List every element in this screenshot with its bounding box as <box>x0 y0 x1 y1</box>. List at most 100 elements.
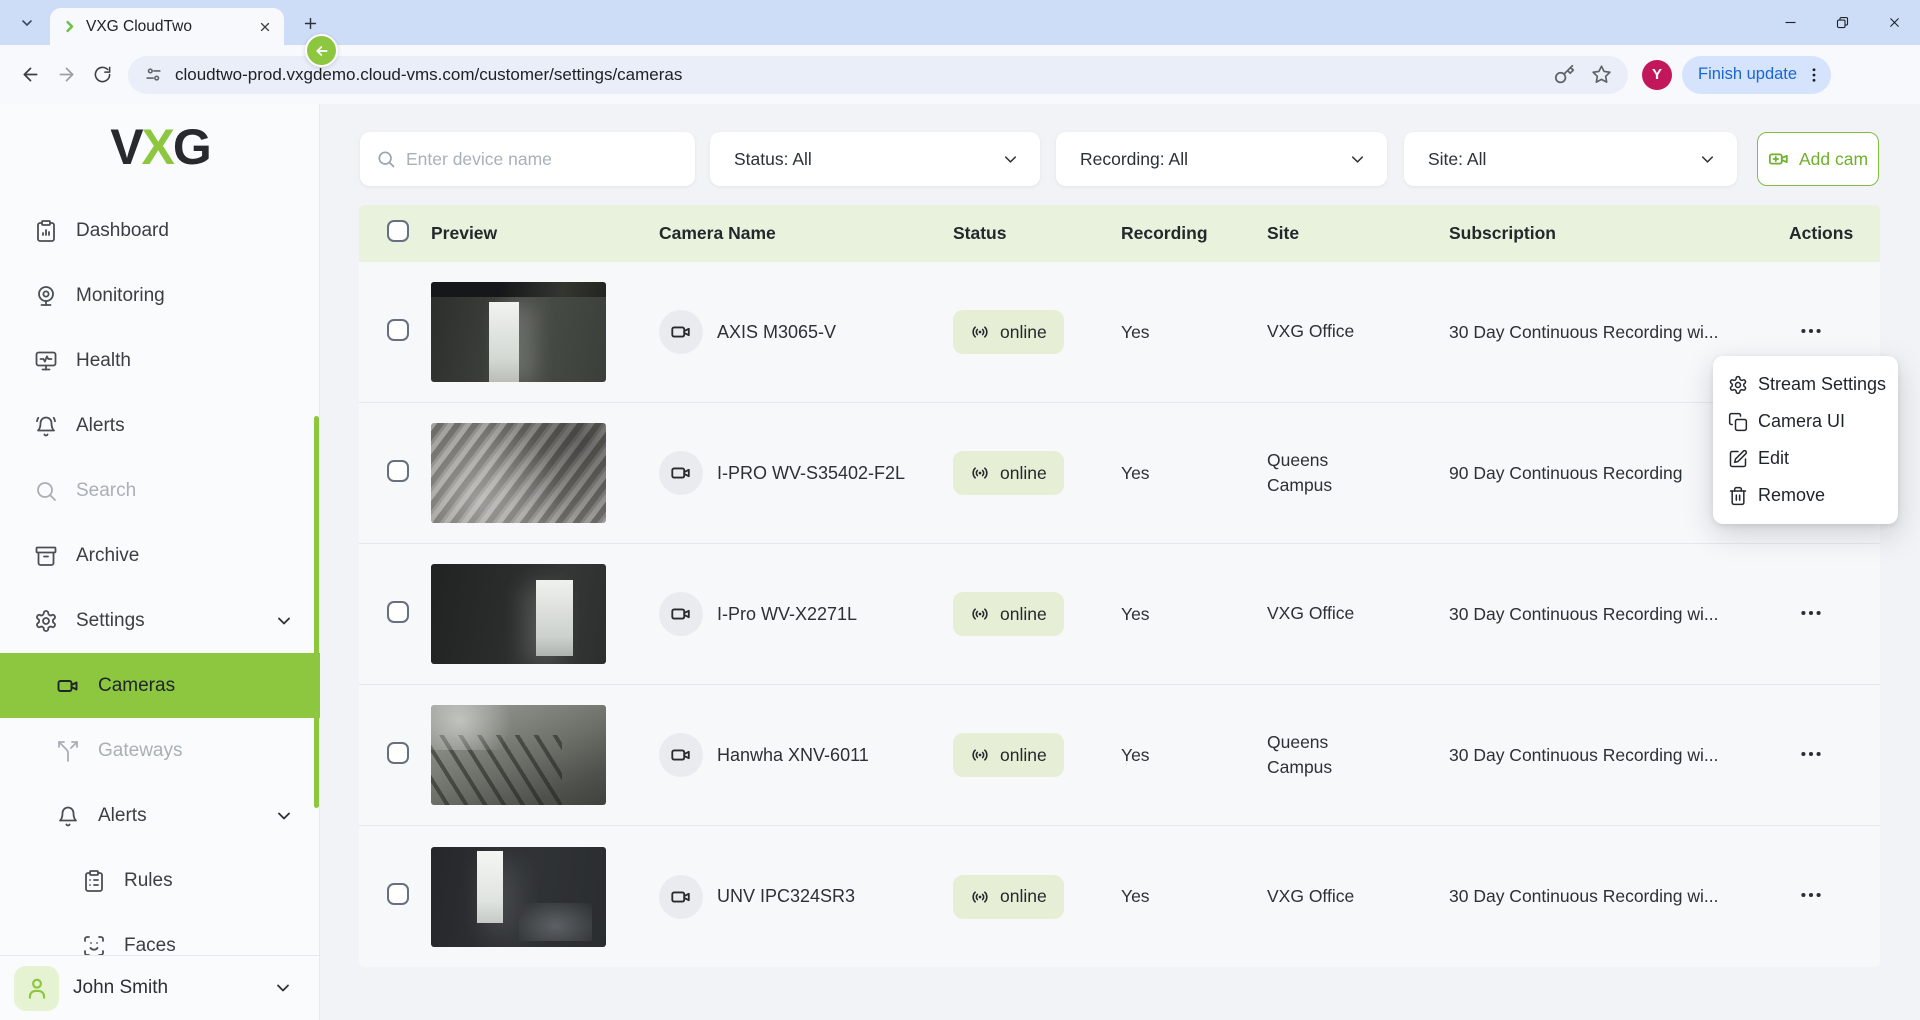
sidebar-item-label: Alerts <box>98 805 147 827</box>
search-icon <box>34 479 58 503</box>
sidebar-item-settings[interactable]: Settings <box>0 588 320 653</box>
user-name: John Smith <box>73 977 259 999</box>
chevron-down-icon <box>1348 150 1367 169</box>
profile-avatar[interactable]: Y <box>1642 60 1672 90</box>
subscription-value: 30 Day Continuous Recording wi... <box>1449 604 1789 625</box>
sidebar-item-label: Monitoring <box>76 285 165 307</box>
radio-signal-icon <box>970 604 990 624</box>
split-icon <box>56 739 80 763</box>
tab-search-button[interactable] <box>12 8 42 38</box>
radio-signal-icon <box>970 887 990 907</box>
tab-close-icon[interactable] <box>254 16 276 38</box>
table-row: Hanwha XNV-6011 online Yes Queens Campus… <box>359 685 1880 826</box>
sidebar-item-dashboard[interactable]: Dashboard <box>0 198 320 263</box>
camera-icon <box>56 674 80 698</box>
sidebar-item-rules[interactable]: Rules <box>0 848 320 913</box>
browser-menu-icon[interactable] <box>1805 66 1823 84</box>
camera-preview-thumbnail[interactable] <box>431 564 606 664</box>
table-row: I-PRO WV-S35402-F2L online Yes Queens Ca… <box>359 403 1880 544</box>
select-all-checkbox[interactable] <box>387 220 409 242</box>
chevron-down-icon <box>1001 150 1020 169</box>
site-value: VXG Office <box>1267 319 1449 344</box>
search-icon <box>376 149 396 169</box>
scan-face-icon <box>82 934 106 958</box>
row-checkbox[interactable] <box>387 601 409 623</box>
sidebar-item-archive[interactable]: Archive <box>0 523 320 588</box>
row-checkbox[interactable] <box>387 460 409 482</box>
vxg-favicon-icon <box>62 19 77 34</box>
recording-value: Yes <box>1121 745 1267 766</box>
sidebar-item-alerts[interactable]: Alerts <box>0 393 320 458</box>
camera-preview-thumbnail[interactable] <box>431 847 606 947</box>
sidebar-item-cameras[interactable]: Cameras <box>0 653 320 718</box>
window-minimize-button[interactable] <box>1764 0 1816 44</box>
table-row: I-Pro WV-X2271L online Yes VXG Office 30… <box>359 544 1880 685</box>
video-camera-icon <box>659 310 703 354</box>
camera-preview-thumbnail[interactable] <box>431 705 606 805</box>
sidebar-scrollbar[interactable] <box>314 416 319 808</box>
row-checkbox[interactable] <box>387 742 409 764</box>
menu-item-stream-settings[interactable]: Stream Settings <box>1713 366 1898 403</box>
camera-preview-thumbnail[interactable] <box>431 282 606 382</box>
reload-button[interactable] <box>84 57 120 93</box>
user-avatar <box>14 966 59 1011</box>
sidebar-item-label: Health <box>76 350 131 372</box>
bookmark-star-icon[interactable] <box>1591 64 1612 85</box>
row-actions-button[interactable] <box>1791 598 1831 628</box>
row-checkbox[interactable] <box>387 883 409 905</box>
recording-value: Yes <box>1121 604 1267 625</box>
user-footer[interactable]: John Smith <box>0 955 319 1020</box>
subscription-value: 30 Day Continuous Recording wi... <box>1449 322 1789 343</box>
camera-preview-thumbnail[interactable] <box>431 423 606 523</box>
col-header-status: Status <box>953 223 1121 244</box>
forward-button[interactable] <box>48 57 84 93</box>
plus-icon <box>302 15 319 32</box>
search-input[interactable] <box>406 149 679 170</box>
camera-name: UNV IPC324SR3 <box>717 883 855 909</box>
camera-name: I-PRO WV-S35402-F2L <box>717 460 905 486</box>
vxg-logo: VXG <box>0 118 320 176</box>
chevron-down-icon <box>274 611 294 631</box>
sidebar-item-health[interactable]: Health <box>0 328 320 393</box>
radio-signal-icon <box>970 322 990 342</box>
finish-update-button[interactable]: Finish update <box>1682 56 1831 94</box>
window-restore-button[interactable] <box>1816 0 1868 44</box>
add-camera-button[interactable]: Add cam <box>1757 132 1879 186</box>
sidebar-item-alerts-sub[interactable]: Alerts <box>0 783 320 848</box>
url-bar[interactable]: cloudtwo-prod.vxgdemo.cloud-vms.com/cust… <box>128 56 1628 94</box>
site-value: Queens Campus <box>1267 730 1449 781</box>
back-button[interactable] <box>12 57 48 93</box>
arrow-left-icon <box>314 43 330 59</box>
video-camera-icon <box>659 592 703 636</box>
password-key-icon[interactable] <box>1554 64 1575 85</box>
chevron-down-icon <box>274 806 294 826</box>
sidebar-collapse-button[interactable] <box>305 34 338 67</box>
recording-filter-dropdown[interactable]: Recording: All <box>1056 132 1387 186</box>
col-header-camera-name: Camera Name <box>659 223 953 244</box>
recording-value: Yes <box>1121 322 1267 343</box>
row-actions-button[interactable] <box>1791 739 1831 769</box>
row-actions-button[interactable] <box>1791 316 1831 346</box>
menu-item-camera-ui[interactable]: Camera UI <box>1713 403 1898 440</box>
tab-title: VXG CloudTwo <box>86 18 245 36</box>
chevron-down-icon[interactable] <box>273 978 293 998</box>
row-actions-button[interactable] <box>1791 880 1831 910</box>
device-search-box[interactable] <box>360 132 695 186</box>
window-close-button[interactable] <box>1868 0 1920 44</box>
radio-signal-icon <box>970 463 990 483</box>
menu-item-edit[interactable]: Edit <box>1713 440 1898 477</box>
sidebar-item-label: Alerts <box>76 415 125 437</box>
row-checkbox[interactable] <box>387 319 409 341</box>
sidebar-item-monitoring[interactable]: Monitoring <box>0 263 320 328</box>
site-filter-dropdown[interactable]: Site: All <box>1404 132 1737 186</box>
cameras-table: Preview Camera Name Status Recording Sit… <box>359 205 1880 967</box>
sidebar-item-label: Dashboard <box>76 220 169 242</box>
browser-tab[interactable]: VXG CloudTwo <box>50 8 284 45</box>
sidebar-item-gateways[interactable]: Gateways <box>0 718 320 783</box>
sidebar-item-search[interactable]: Search <box>0 458 320 523</box>
menu-item-remove[interactable]: Remove <box>1713 477 1898 514</box>
status-badge: online <box>953 733 1064 777</box>
status-filter-dropdown[interactable]: Status: All <box>710 132 1040 186</box>
gear-icon <box>1728 375 1748 395</box>
site-info-icon[interactable] <box>144 65 163 84</box>
